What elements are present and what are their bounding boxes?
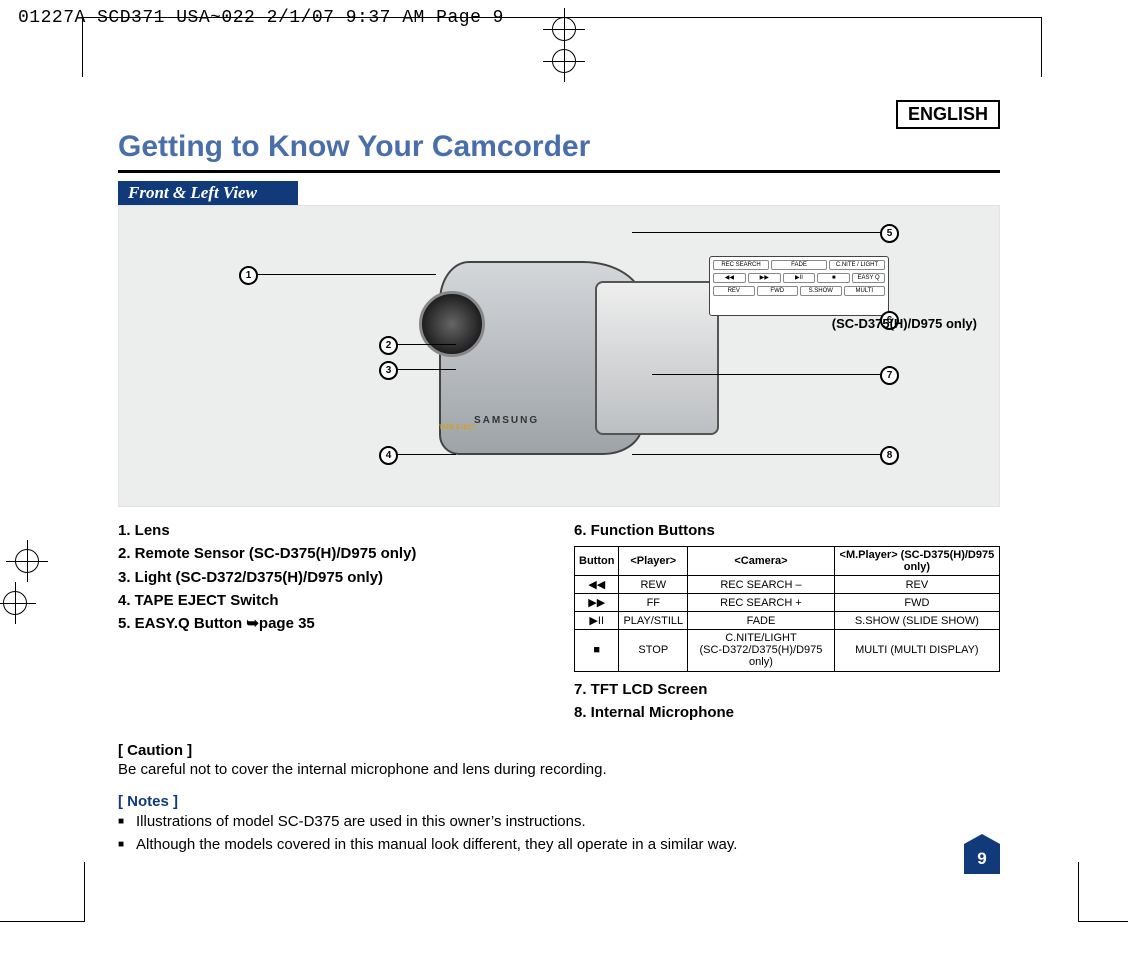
function-buttons-table: Button <Player> <Camera> <M.Player> (SC-… [574, 546, 1000, 671]
panel-label: MULTI [844, 286, 886, 296]
play-pause-icon: ▶II [589, 614, 604, 627]
table-head: <M.Player> (SC-D375(H)/D975 only) [834, 547, 999, 576]
stop-icon: ■ [593, 644, 600, 656]
table-row: ◀◀ REW REC SEARCH – REV [575, 576, 1000, 594]
notes-heading: [ Notes ] [118, 793, 1000, 810]
part-item: 2. Remote Sensor (SC-D375(H)/D975 only) [118, 542, 544, 565]
tape-eject-label: TAPE EJECT [439, 425, 476, 431]
print-slug: 01227A SCD371 USA~022 2/1/07 9:37 AM Pag… [18, 8, 504, 28]
panel-label: S.SHOW [800, 286, 842, 296]
page-number: 9 [977, 849, 986, 869]
table-cell: C.NITE/LIGHT (SC-D372/D375(H)/D975 only) [688, 630, 835, 671]
panel-label: C.NITE / LIGHT [829, 260, 885, 270]
part-item: 1. Lens [118, 519, 544, 542]
note-item: Although the models covered in this manu… [136, 833, 1000, 856]
callout-3: 3 [379, 361, 398, 380]
table-cell: FF [619, 594, 688, 612]
callout-lead [652, 374, 882, 375]
camera-lcd [595, 281, 719, 435]
table-cell: REV [834, 576, 999, 594]
callout-lead [632, 232, 882, 233]
notes-list: Illustrations of model SC-D375 are used … [118, 810, 1000, 857]
brand-label: SAMSUNG [474, 415, 539, 426]
registration-mark [6, 540, 48, 582]
panel-label: FADE [771, 260, 827, 270]
table-cell: STOP [619, 630, 688, 671]
callout-4: 4 [379, 446, 398, 465]
table-cell: REW [619, 576, 688, 594]
crop-mark [1041, 17, 1042, 77]
part-item: 8. Internal Microphone [574, 701, 1000, 724]
button-panel-inset: REC SEARCH FADE C.NITE / LIGHT ◀◀ ▶▶ ▶II… [709, 256, 889, 316]
panel-label: FWD [757, 286, 799, 296]
note-item: Illustrations of model SC-D375 are used … [136, 810, 1000, 833]
panel-label: REV [713, 286, 755, 296]
page-number-badge: 9 [964, 844, 1000, 874]
callout-lead [396, 454, 456, 455]
language-badge: ENGLISH [896, 100, 1000, 129]
crop-mark [1078, 921, 1128, 922]
panel-label: REC SEARCH [713, 260, 769, 270]
callout-lead [396, 344, 456, 345]
callout-lead [396, 369, 456, 370]
panel-label: ▶▶ [748, 273, 781, 283]
page-title: Getting to Know Your Camcorder [118, 130, 1000, 164]
table-cell: REC SEARCH + [688, 594, 835, 612]
caution-heading: [ Caution ] [118, 742, 1000, 759]
callout-lead [256, 274, 436, 275]
callout-2: 2 [379, 336, 398, 355]
model-restriction-note: (SC-D375(H)/D975 only) [832, 316, 977, 331]
table-cell: PLAY/STILL [619, 612, 688, 630]
table-cell: REC SEARCH – [688, 576, 835, 594]
section-heading: Front & Left View [118, 181, 298, 205]
parts-list-right: 7. TFT LCD Screen 8. Internal Microphone [574, 678, 1000, 725]
table-cell: FWD [834, 594, 999, 612]
camcorder-diagram: SAMSUNG TAPE EJECT REC SEARCH FADE C.NIT… [118, 205, 1000, 507]
part-item: 7. TFT LCD Screen [574, 678, 1000, 701]
table-cell: S.SHOW (SLIDE SHOW) [834, 612, 999, 630]
callout-lead [632, 454, 882, 455]
panel-label: ▶II [783, 273, 816, 283]
table-row: ■ STOP C.NITE/LIGHT (SC-D372/D375(H)/D97… [575, 630, 1000, 671]
registration-mark [0, 582, 36, 624]
part-item: 6. Function Buttons [574, 519, 1000, 542]
rewind-icon: ◀◀ [588, 578, 605, 591]
panel-label: ◀◀ [713, 273, 746, 283]
camera-lens [419, 291, 485, 357]
part-item: 5. EASY.Q Button ➥page 35 [118, 612, 544, 635]
part-item: 4. TAPE EJECT Switch [118, 589, 544, 612]
crop-mark [0, 921, 85, 922]
callout-8: 8 [880, 446, 899, 465]
title-rule [118, 170, 1000, 173]
panel-label: EASY Q [852, 273, 885, 283]
table-head: <Camera> [688, 547, 835, 576]
table-head: Button [575, 547, 619, 576]
crop-mark [82, 17, 83, 77]
table-row: ▶II PLAY/STILL FADE S.SHOW (SLIDE SHOW) [575, 612, 1000, 630]
table-row: ▶▶ FF REC SEARCH + FWD [575, 594, 1000, 612]
table-cell: FADE [688, 612, 835, 630]
table-head: <Player> [619, 547, 688, 576]
part-item: 3. Light (SC-D372/D375(H)/D975 only) [118, 566, 544, 589]
caution-body: Be careful not to cover the internal mic… [118, 759, 1000, 781]
panel-label: ■ [817, 273, 850, 283]
parts-list-left: 1. Lens 2. Remote Sensor (SC-D375(H)/D97… [118, 519, 544, 635]
registration-mark [543, 40, 585, 82]
callout-7: 7 [880, 366, 899, 385]
callout-1: 1 [239, 266, 258, 285]
table-cell: MULTI (MULTI DISPLAY) [834, 630, 999, 671]
fast-forward-icon: ▶▶ [588, 596, 605, 609]
callout-5: 5 [880, 224, 899, 243]
